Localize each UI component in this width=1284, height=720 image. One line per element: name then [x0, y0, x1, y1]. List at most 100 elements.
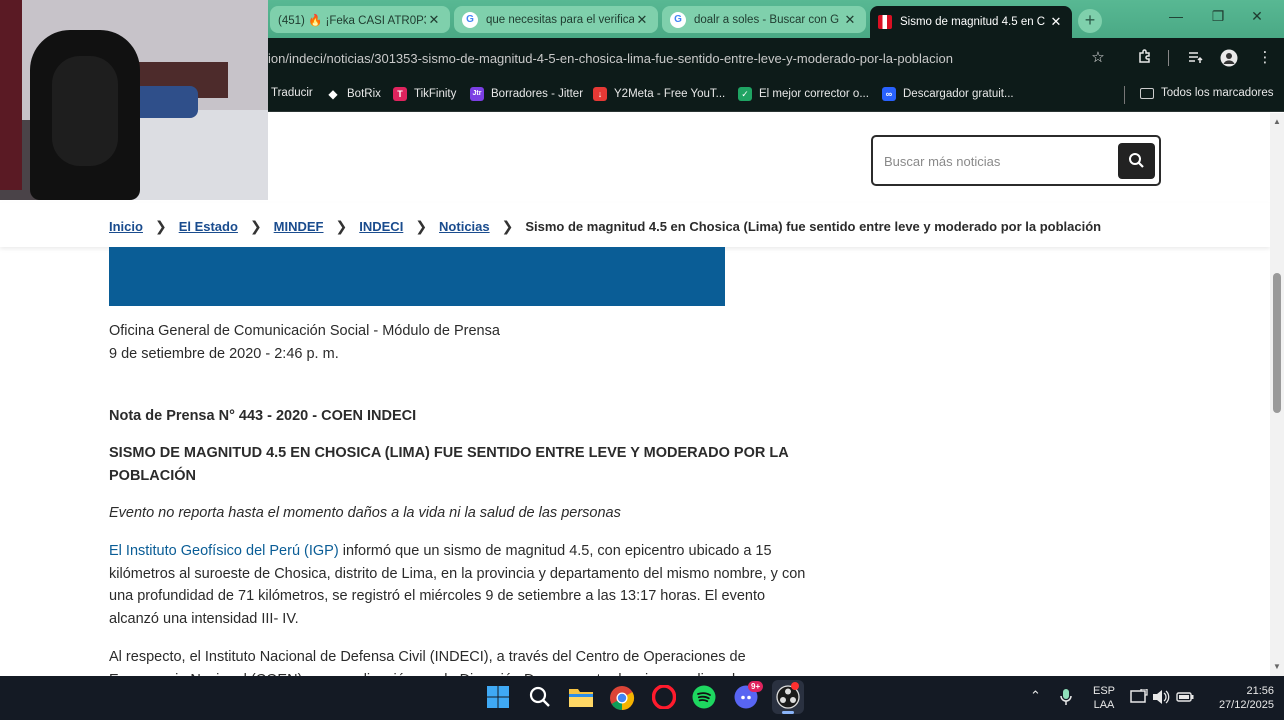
download-icon: ∞ — [882, 87, 896, 101]
notification-badge: 9+ — [748, 681, 764, 692]
scroll-up-icon[interactable]: ▲ — [1273, 117, 1281, 126]
tab-google-search-2[interactable]: G doalr a soles - Buscar con G ✕ — [662, 6, 866, 33]
scrollbar-thumb[interactable] — [1273, 273, 1281, 413]
close-icon[interactable]: ✕ — [1048, 14, 1064, 30]
folder-icon — [1140, 87, 1154, 99]
search-button[interactable] — [1118, 143, 1155, 179]
breadcrumb-link-indeci[interactable]: INDECI — [359, 219, 403, 234]
breadcrumb-link-mindef[interactable]: MINDEF — [274, 219, 324, 234]
article-paragraph-2: Al respecto, el Instituto Nacional de De… — [109, 649, 746, 676]
maximize-icon[interactable]: ❐ — [1208, 8, 1228, 25]
bookmark-label: BotRix — [347, 88, 381, 100]
scroll-down-icon[interactable]: ▼ — [1273, 662, 1281, 671]
clock[interactable]: 21:56 27/12/2025 — [1200, 684, 1274, 712]
botrix-icon: ◆ — [328, 87, 338, 101]
bookmark-corrector[interactable]: ✓ El mejor corrector o... — [738, 87, 869, 101]
google-icon: G — [670, 11, 686, 28]
bookmark-label: Y2Meta - Free YouT... — [614, 88, 726, 100]
all-bookmarks-label: Todos los marcadores — [1161, 87, 1274, 99]
tab-label: (451) 🔥 ¡Feka CASI ATR0P3 — [278, 14, 426, 27]
close-icon[interactable]: ✕ — [426, 12, 442, 28]
opera-icon[interactable] — [651, 684, 678, 711]
google-icon: G — [462, 11, 478, 28]
search-icon[interactable] — [528, 685, 554, 711]
close-icon[interactable]: ✕ — [842, 12, 858, 28]
webcam-overlay — [0, 0, 268, 200]
breadcrumb-band: Inicio ❯ El Estado ❯ MINDEF ❯ INDECI ❯ N… — [0, 203, 1270, 247]
battery-icon[interactable] — [1176, 689, 1194, 709]
article-paragraph-1: El Instituto Geofísico del Perú (IGP) in… — [109, 540, 807, 630]
chevron-right-icon: ❯ — [501, 218, 514, 234]
igp-link[interactable]: El Instituto Geofísico del Perú (IGP) — [109, 543, 339, 559]
page-scrollbar[interactable]: ▲ ▼ — [1270, 113, 1284, 676]
bookmark-botrix[interactable]: ◆ BotRix — [326, 87, 381, 101]
jitter-icon: Jtr — [470, 87, 484, 101]
star-icon[interactable]: ☆ — [1089, 49, 1107, 67]
bookmark-jitter[interactable]: Jtr Borradores - Jitter — [470, 87, 583, 101]
article-author: Oficina General de Comunicación Social -… — [109, 323, 500, 339]
windows-taskbar: 9+ ⌃ ESP LAA 21:56 27/12/2025 — [0, 676, 1284, 720]
bookmark-y2meta[interactable]: ↓ Y2Meta - Free YouT... — [593, 87, 725, 101]
peru-flag-icon — [878, 15, 892, 29]
webcam-chair-cushion — [52, 56, 118, 166]
minimize-icon[interactable]: — — [1166, 8, 1186, 24]
network-icon[interactable] — [1130, 688, 1148, 709]
bookmark-traducir[interactable]: Traducir — [271, 87, 313, 99]
article-headline: SISMO DE MAGNITUD 4.5 EN CHOSICA (LIMA) … — [109, 445, 789, 484]
profile-icon[interactable] — [1220, 49, 1238, 67]
breadcrumb-link-noticias[interactable]: Noticias — [439, 219, 490, 234]
chevron-right-icon: ❯ — [415, 218, 428, 234]
recording-indicator — [791, 682, 799, 690]
tab-label: Sismo de magnitud 4.5 en C — [900, 16, 1046, 28]
corrector-icon: ✓ — [738, 87, 752, 101]
bookmark-label: Borradores - Jitter — [491, 88, 584, 100]
chevron-right-icon: ❯ — [154, 218, 167, 234]
windows-start-icon[interactable] — [486, 685, 512, 711]
tab-active-sismo[interactable]: Sismo de magnitud 4.5 en C ✕ — [870, 6, 1072, 38]
obs-icon[interactable] — [772, 680, 804, 714]
extensions-icon[interactable] — [1136, 49, 1154, 67]
file-explorer-icon[interactable] — [568, 685, 594, 711]
search-placeholder: Buscar más noticias — [884, 154, 1001, 169]
breadcrumb: Inicio ❯ El Estado ❯ MINDEF ❯ INDECI ❯ N… — [109, 218, 1101, 235]
spotify-icon[interactable] — [692, 685, 718, 711]
microphone-icon[interactable] — [1059, 688, 1073, 710]
language-indicator[interactable]: ESP LAA — [1092, 684, 1116, 712]
lang-bottom: LAA — [1093, 699, 1115, 711]
all-bookmarks[interactable]: Todos los marcadores — [1140, 87, 1274, 99]
tab-label: doalr a soles - Buscar con G — [694, 13, 840, 26]
article-image — [109, 247, 725, 306]
new-tab-button[interactable]: + — [1078, 9, 1102, 33]
bookmarks-divider — [1124, 86, 1125, 104]
search-icon — [1129, 153, 1144, 168]
tab-label: que necesitas para el verifica — [486, 13, 634, 26]
url-text[interactable]: ion/indeci/noticias/301353-sismo-de-magn… — [268, 51, 953, 66]
tab-google-search-1[interactable]: G que necesitas para el verifica ✕ — [454, 6, 658, 33]
chevron-right-icon: ❯ — [249, 218, 262, 234]
bookmark-label: Descargador gratuit... — [903, 88, 1014, 100]
reading-list-icon[interactable] — [1186, 49, 1204, 67]
bookmark-label: Traducir — [271, 87, 313, 99]
close-icon[interactable]: ✕ — [634, 12, 650, 28]
bookmark-label: TikFinity — [414, 88, 457, 100]
y2meta-icon: ↓ — [593, 87, 607, 101]
news-search-field[interactable]: Buscar más noticias — [871, 135, 1161, 186]
article-subtitle: Evento no reporta hasta el momento daños… — [109, 505, 621, 521]
tab-youtube[interactable]: (451) 🔥 ¡Feka CASI ATR0P3 ✕ — [270, 6, 450, 33]
bookmark-descargador[interactable]: ∞ Descargador gratuit... — [882, 87, 1014, 101]
breadcrumb-link-el-estado[interactable]: El Estado — [179, 219, 238, 234]
clock-date: 27/12/2025 — [1218, 699, 1274, 711]
chrome-icon[interactable] — [609, 685, 635, 711]
bookmark-label: El mejor corrector o... — [759, 88, 869, 100]
tikfinity-icon: T — [393, 87, 407, 101]
discord-icon[interactable]: 9+ — [734, 681, 764, 711]
lang-top: ESP — [1092, 685, 1115, 697]
volume-icon[interactable] — [1152, 689, 1170, 709]
window-close-icon[interactable]: ✕ — [1247, 8, 1267, 25]
bookmark-tikfinity[interactable]: T TikFinity — [393, 87, 456, 101]
breadcrumb-link-inicio[interactable]: Inicio — [109, 219, 143, 234]
chevron-up-icon[interactable]: ⌃ — [1030, 689, 1041, 703]
menu-kebab-icon[interactable]: ⋮ — [1256, 49, 1274, 67]
breadcrumb-current: Sismo de magnitud 4.5 en Chosica (Lima) … — [525, 219, 1102, 234]
active-app-indicator — [782, 711, 794, 714]
